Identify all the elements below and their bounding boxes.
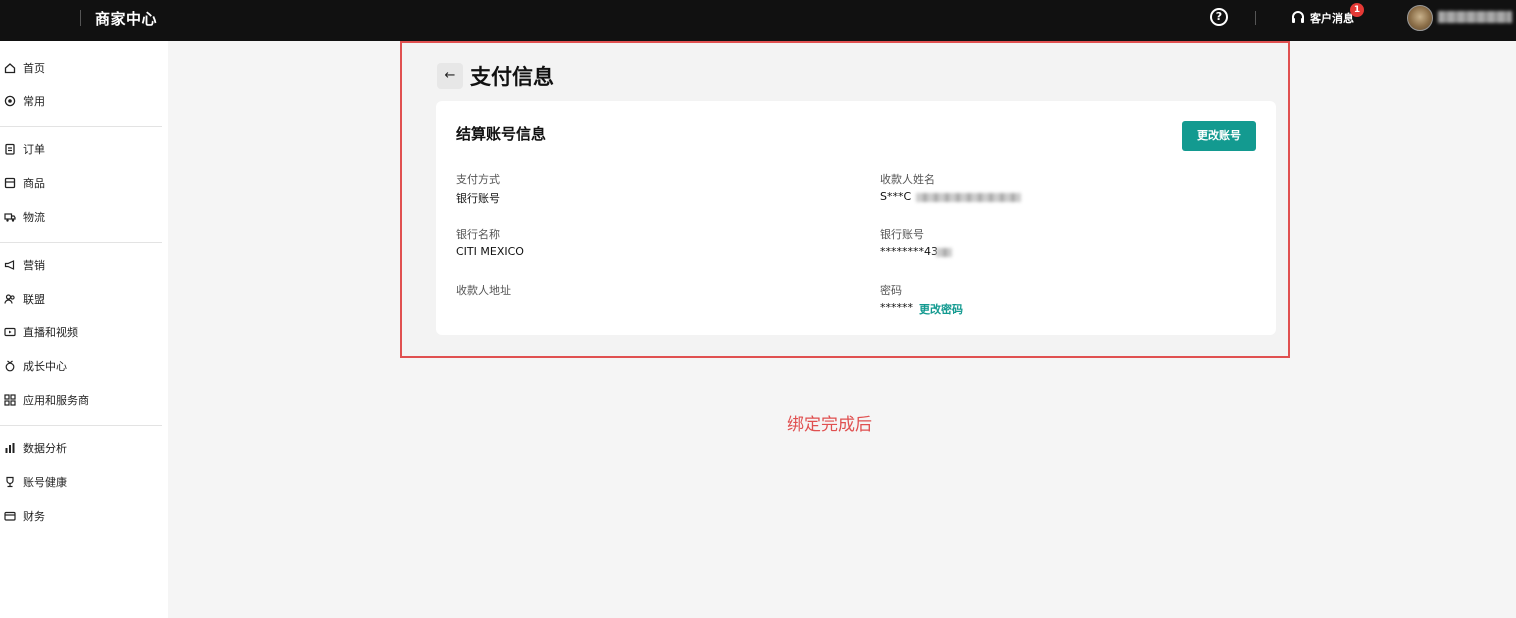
payment-info-panel: ← 支付信息 结算账号信息 更改账号 支付方式 银行账号 银行名称 CITI M… [400,41,1290,358]
sidebar-item-apps-services[interactable]: 应用和服务商 [4,391,89,409]
sidebar-item-label: 数据分析 [23,442,67,455]
sidebar-item-products[interactable]: 商品 [4,174,45,192]
target-icon [4,95,16,107]
sidebar-item-label: 应用和服务商 [23,394,89,407]
sidebar-item-data-analysis[interactable]: 数据分析 [4,439,67,457]
sidebar-item-label: 常用 [23,95,45,108]
sidebar-divider [0,126,162,127]
sidebar-item-growth-center[interactable]: 成长中心 [4,357,67,375]
sidebar-item-label: 物流 [23,211,45,224]
sidebar-item-orders[interactable]: 订单 [4,140,45,158]
sidebar-item-logistics[interactable]: 物流 [4,208,45,226]
trophy-icon [6,476,14,488]
bar-chart-icon [5,443,15,453]
help-icon[interactable]: ? [1210,8,1228,26]
notification-badge: 1 [1350,3,1364,17]
truck-icon [4,213,16,222]
sidebar-divider [0,425,162,426]
customer-messages-button[interactable]: 客户消息 1 [1290,3,1364,28]
card-title: 结算账号信息 [456,125,547,143]
sidebar: 首页 常用 订单 商品 物流 营销 联盟 直播和视频 成长中心 应用和服务商 数… [0,41,168,618]
avatar[interactable] [1407,5,1433,31]
box-icon [4,177,16,189]
sidebar-item-label: 商品 [23,177,45,190]
sidebar-item-label: 财务 [23,510,45,523]
video-icon [4,327,16,337]
sidebar-item-label: 直播和视频 [23,326,78,339]
page-title: 支付信息 [470,65,554,89]
sidebar-item-finance[interactable]: 财务 [4,507,45,525]
payee-name-label: 收款人姓名 [880,173,935,186]
password-value: ****** [880,301,913,314]
bank-name-value: CITI MEXICO [456,245,524,258]
header-divider [80,10,81,26]
bank-account-value: ********43 [880,245,938,258]
payment-method-label: 支付方式 [456,173,500,186]
payment-method-value: 银行账号 [456,192,500,205]
clipboard-icon [5,143,15,155]
sidebar-item-live-video[interactable]: 直播和视频 [4,323,78,341]
back-button[interactable]: ← [437,63,463,89]
payee-name-redacted [916,193,1021,202]
sidebar-item-home[interactable]: 首页 [4,59,45,77]
payee-address-label: 收款人地址 [456,284,511,297]
sidebar-item-label: 账号健康 [23,476,67,489]
sidebar-item-label: 联盟 [23,293,45,306]
home-icon [4,63,16,74]
headset-icon [1292,11,1304,23]
settlement-account-card: 结算账号信息 更改账号 支付方式 银行账号 银行名称 CITI MEXICO 收… [436,101,1276,335]
sidebar-item-frequent[interactable]: 常用 [4,92,45,110]
customer-messages-label: 客户消息 [1310,12,1354,25]
sidebar-item-label: 营销 [23,259,45,272]
sidebar-item-marketing[interactable]: 营销 [4,256,45,274]
header-divider [1255,11,1256,25]
sidebar-item-label: 成长中心 [23,360,67,373]
sidebar-item-label: 首页 [23,62,45,75]
app-title: 商家中心 [95,10,158,28]
sidebar-item-account-health[interactable]: 账号健康 [4,473,67,491]
password-label: 密码 [880,284,902,297]
sidebar-divider [0,242,162,243]
account-name-redacted[interactable] [1438,11,1512,23]
bank-name-label: 银行名称 [456,228,500,241]
bank-account-redacted [936,248,952,257]
bank-account-label: 银行账号 [880,228,924,241]
medal-icon [5,360,15,372]
payee-name-value: S***C [880,190,912,203]
change-password-link[interactable]: 更改密码 [919,301,963,317]
caption-after-binding: 绑定完成后 [787,415,872,435]
grid-icon [4,394,16,406]
users-icon [4,294,15,304]
megaphone-icon [4,260,15,270]
top-bar: 商家中心 ? 客户消息 1 [0,0,1516,41]
change-account-button[interactable]: 更改账号 [1182,121,1256,151]
sidebar-item-affiliate[interactable]: 联盟 [4,290,45,308]
wallet-icon [4,511,16,521]
sidebar-item-label: 订单 [23,143,45,156]
